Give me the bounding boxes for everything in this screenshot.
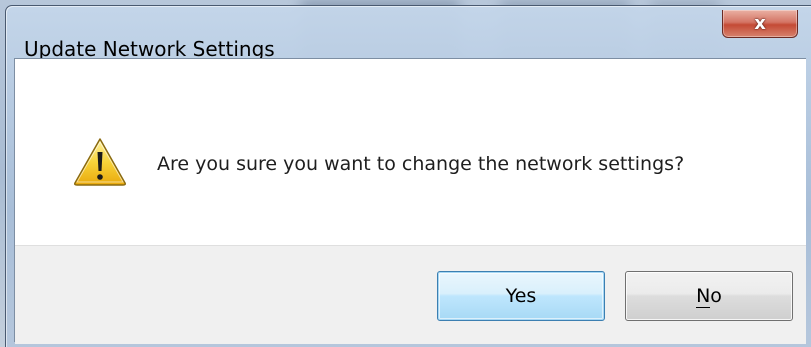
close-icon: x xyxy=(754,13,766,34)
no-button-label: No xyxy=(696,285,722,308)
confirmation-message: Are you sure you want to change the netw… xyxy=(157,153,685,175)
yes-button-label: Yes xyxy=(505,285,537,307)
dialog-client-area: Are you sure you want to change the netw… xyxy=(14,58,806,344)
warning-icon xyxy=(73,137,127,187)
dialog-window: Update Network Settings x Are you sure y… xyxy=(5,5,811,347)
dialog-title: Update Network Settings xyxy=(24,37,275,61)
no-button-label-rest: o xyxy=(710,285,722,307)
no-button-mnemonic: N xyxy=(696,285,711,308)
no-button[interactable]: No xyxy=(625,271,793,321)
close-button[interactable]: x xyxy=(722,10,798,38)
message-area: Are you sure you want to change the netw… xyxy=(15,59,806,245)
yes-button[interactable]: Yes xyxy=(437,271,605,321)
